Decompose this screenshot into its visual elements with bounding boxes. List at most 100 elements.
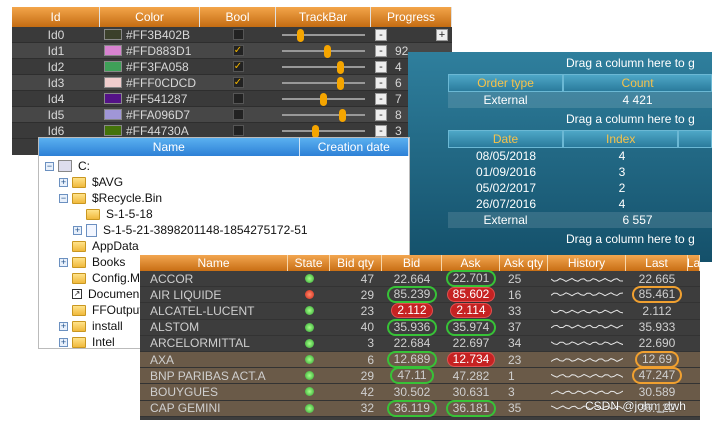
col-la[interactable]: La <box>687 255 700 271</box>
col-name[interactable]: Name <box>39 138 300 156</box>
color-row[interactable]: Id2 #FF3FA058 ✓ - 4 <box>12 59 452 75</box>
stock-row[interactable]: BNP PARIBAS ACT.A 29 47.11 47.282 1 47.2… <box>140 367 700 385</box>
expander-icon[interactable]: + <box>59 177 68 187</box>
tree-item[interactable]: − $Recycle.Bin <box>39 190 409 206</box>
color-cell[interactable]: #FFD883D1 <box>100 43 200 58</box>
tree-item[interactable]: S-1-5-18 <box>39 206 409 222</box>
col-date[interactable]: Date <box>448 130 564 148</box>
stock-row[interactable]: AXA 6 12.689 12.734 23 12.69 <box>140 351 700 369</box>
expander-icon[interactable]: + <box>73 225 82 235</box>
ask-value: 47.282 <box>452 368 490 383</box>
col-id[interactable]: Id <box>12 7 100 27</box>
date-row[interactable]: 01/09/2016 3 <box>448 164 712 180</box>
tree-item[interactable]: + $AVG <box>39 174 409 190</box>
stock-row[interactable]: ARCELORMITTAL 3 22.684 22.697 34 22.690 <box>140 336 700 352</box>
minus-button[interactable]: - <box>375 108 387 121</box>
checkbox[interactable] <box>232 109 244 120</box>
date-cell: 05/02/2017 <box>475 181 537 195</box>
trackbar-track <box>282 130 365 132</box>
checkbox[interactable]: ✓ <box>232 61 244 72</box>
col-index[interactable]: Index <box>563 130 679 148</box>
minus-button[interactable]: - <box>375 124 387 137</box>
col-trackbar[interactable]: TrackBar <box>276 7 371 27</box>
bid-qty: 29 <box>360 368 374 383</box>
folder-icon <box>86 208 100 220</box>
col-name[interactable]: Name <box>140 255 288 271</box>
tree-item[interactable]: + S-1-5-21-3898201148-1854275172-51 <box>39 222 409 238</box>
checkbox[interactable]: ✓ <box>232 77 244 88</box>
color-cell[interactable]: #FFF0CDCD <box>100 75 200 90</box>
trackbar-cell <box>276 123 371 138</box>
color-row[interactable]: Id0 #FF3B402B - <box>12 27 452 43</box>
col-ask[interactable]: Ask <box>442 255 500 271</box>
group-row-external[interactable]: External 4 421 <box>448 92 712 108</box>
checkbox[interactable]: ✓ <box>232 45 244 56</box>
trackbar-thumb[interactable] <box>336 77 344 90</box>
stock-grid: Name State Bid qty Bid Ask Ask qty Histo… <box>140 255 700 420</box>
minus-button[interactable]: - <box>375 60 387 73</box>
col-state[interactable]: State <box>288 255 330 271</box>
ask-cell: 22.701 <box>442 270 500 288</box>
bool-cell: ✓ <box>200 75 276 90</box>
col-last[interactable]: Last <box>626 255 688 271</box>
date-row[interactable]: 08/05/2018 4 <box>448 148 712 164</box>
bool-cell: ✓ <box>200 59 276 74</box>
trackbar-thumb[interactable] <box>339 109 346 122</box>
trackbar-thumb[interactable] <box>297 29 305 42</box>
date-row[interactable]: 05/02/2017 2 <box>448 180 712 196</box>
folder-icon <box>72 320 86 332</box>
color-row[interactable]: Id3 #FFF0CDCD ✓ - 6 <box>12 75 452 91</box>
trackbar-cell <box>276 107 371 122</box>
group-drop-area[interactable]: Drag a column here to g <box>408 52 712 74</box>
minus-button[interactable]: - <box>375 92 387 105</box>
group-row-footer[interactable]: External 6 557 <box>448 212 712 228</box>
trackbar-thumb[interactable] <box>320 93 327 106</box>
col-creation-date[interactable]: Creation date <box>300 138 409 156</box>
minus-button[interactable]: - <box>375 76 387 89</box>
color-row[interactable]: Id5 #FFA096D7 - 8 <box>12 107 452 123</box>
trackbar-thumb[interactable] <box>336 61 344 74</box>
stock-row[interactable]: ACCOR 47 22.664 22.701 25 22.665 <box>140 270 700 288</box>
bid-cell: 85.239 <box>382 286 442 304</box>
date-row[interactable]: 26/07/2016 4 <box>448 196 712 212</box>
minus-button[interactable]: - <box>375 44 387 57</box>
color-cell[interactable]: #FF541287 <box>100 91 200 106</box>
stock-row[interactable]: ALCATEL-LUCENT 23 2.112 2.114 33 2.112 <box>140 303 700 320</box>
col-progress[interactable]: Progress <box>371 7 452 27</box>
expander-icon[interactable]: + <box>59 337 68 347</box>
tree-item[interactable]: AppData <box>39 238 409 254</box>
trackbar-thumb[interactable] <box>323 45 331 58</box>
color-row[interactable]: Id4 #FF541287 - 7 <box>12 91 452 107</box>
stock-row[interactable]: AIR LIQUIDE 29 85.239 85.602 16 85.461 <box>140 286 700 304</box>
tree-item[interactable]: − C: <box>39 158 409 174</box>
col-order-type[interactable]: Order type <box>448 74 564 92</box>
col-color[interactable]: Color <box>100 7 200 27</box>
color-row[interactable]: Id1 #FFD883D1 ✓ - 92 <box>12 43 452 59</box>
col-bid[interactable]: Bid <box>382 255 442 271</box>
color-cell[interactable]: #FF3FA058 <box>100 59 200 74</box>
checkbox[interactable] <box>232 125 244 136</box>
expander-icon[interactable]: − <box>45 161 54 171</box>
state-cell <box>288 384 330 399</box>
col-bid-qty[interactable]: Bid qty <box>330 255 382 271</box>
checkbox[interactable] <box>232 29 244 40</box>
expander-icon[interactable]: − <box>59 193 68 203</box>
minus-button[interactable]: - <box>375 28 387 41</box>
expander-icon[interactable]: + <box>59 257 68 267</box>
group-drop-area-2[interactable]: Drag a column here to g <box>408 108 712 130</box>
sparkline <box>551 324 623 329</box>
group-drop-area-3[interactable]: Drag a column here to g <box>408 228 712 250</box>
color-cell[interactable]: #FF3B402B <box>100 27 200 42</box>
index-cell: 3 <box>618 165 626 179</box>
color-cell[interactable]: #FF44730A <box>100 123 200 138</box>
checkbox[interactable] <box>232 93 244 104</box>
col-ask-qty[interactable]: Ask qty <box>500 255 548 271</box>
col-bool[interactable]: Bool <box>200 7 276 27</box>
folder-icon <box>72 192 86 204</box>
col-count[interactable]: Count <box>563 74 712 92</box>
expander-icon[interactable]: + <box>59 321 68 331</box>
plus-button[interactable]: + <box>436 29 448 41</box>
col-history[interactable]: History <box>548 255 626 271</box>
color-cell[interactable]: #FFA096D7 <box>100 107 200 122</box>
stock-row[interactable]: ALSTOM 40 35.936 35.974 37 35.933 <box>140 318 700 336</box>
